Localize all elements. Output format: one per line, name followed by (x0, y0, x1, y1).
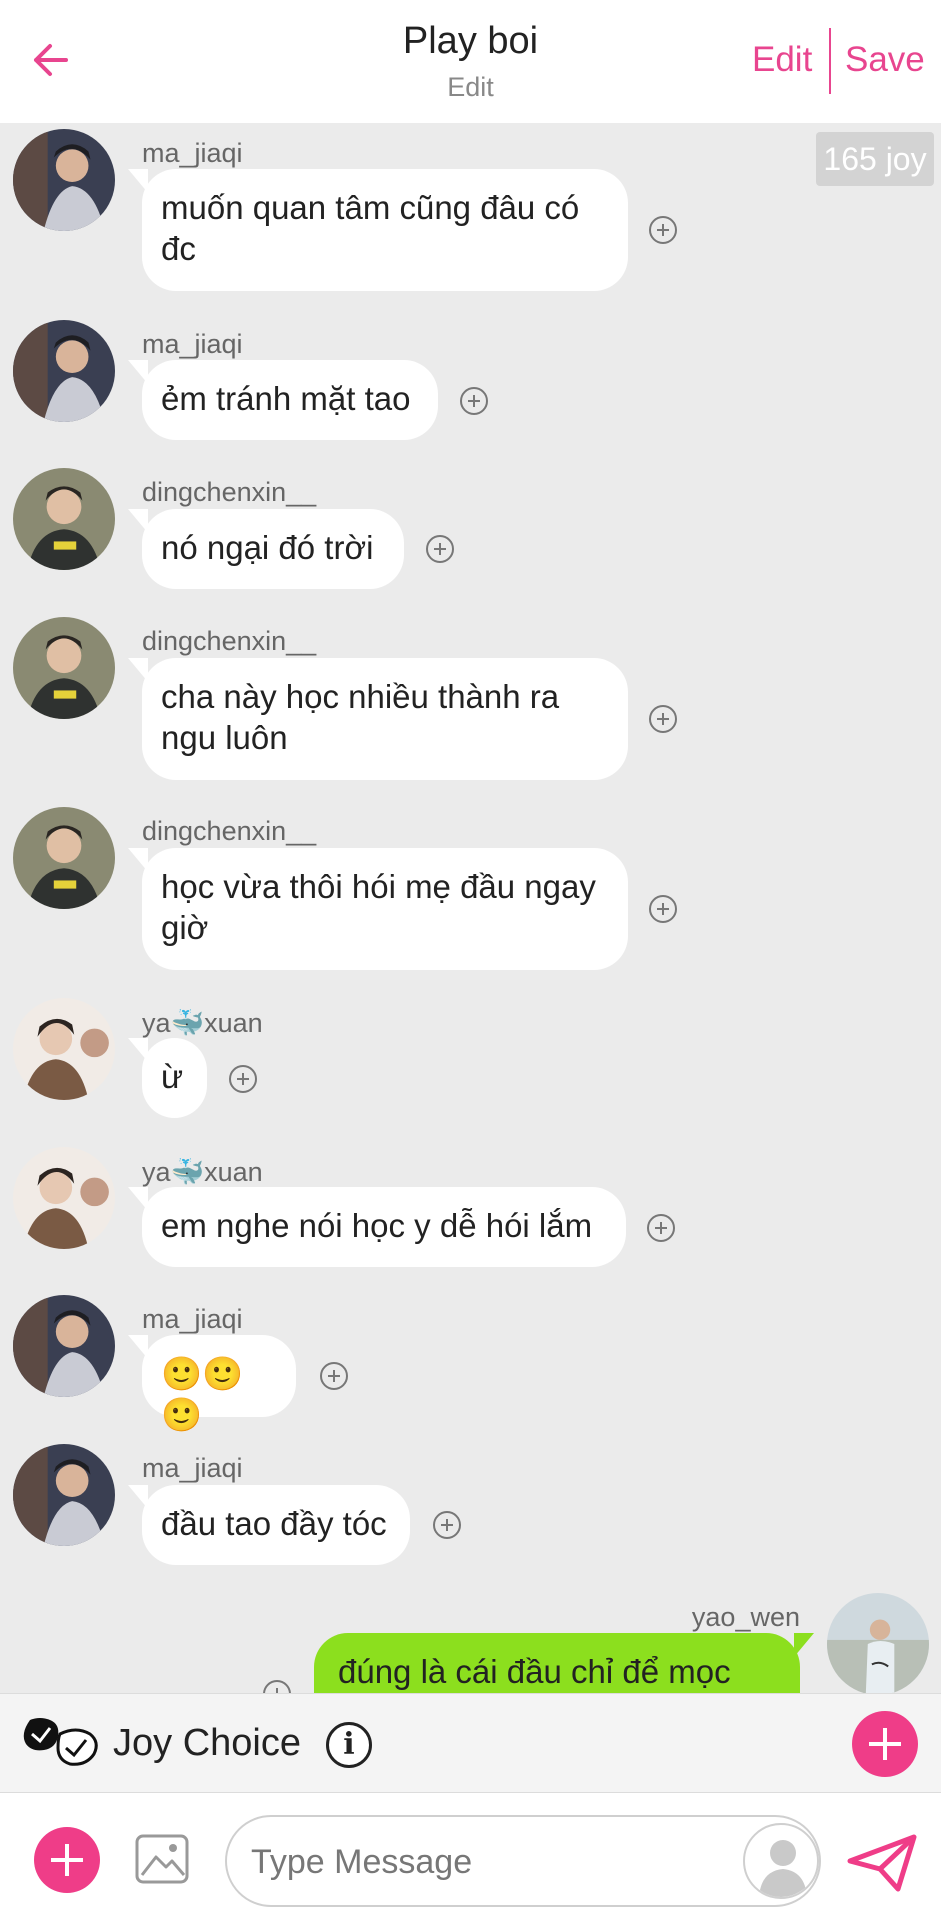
add-reaction-icon[interactable] (320, 1362, 348, 1390)
avatar[interactable] (13, 1444, 115, 1546)
avatar[interactable] (13, 468, 115, 570)
chat-message-list[interactable]: 165 joy ma_jiaqi muốn quan tâm cũng đâu … (0, 123, 941, 1693)
message-bubble[interactable]: ẻm tránh mặt tao (128, 360, 438, 440)
joy-choice-label[interactable]: Joy Choice (113, 1722, 301, 1765)
double-check-icon (23, 1718, 98, 1766)
message-bubble[interactable]: ừ (128, 1038, 207, 1118)
send-icon[interactable] (846, 1833, 918, 1893)
avatar[interactable] (13, 1295, 115, 1397)
message-username: yao_wen (691, 1602, 800, 1632)
message-bubble[interactable]: nó ngại đó trời (128, 509, 404, 589)
add-reaction-icon[interactable] (649, 895, 677, 923)
message-username: dingchenxin__ (142, 626, 317, 656)
joy-count-badge: 165 joy (816, 132, 934, 186)
avatar[interactable] (13, 807, 115, 909)
message-username: ma_jiaqi (142, 329, 243, 359)
message-username: ma_jiaqi (142, 1453, 243, 1483)
add-reaction-icon[interactable] (649, 216, 677, 244)
add-reaction-icon[interactable] (263, 1680, 291, 1693)
message-username: dingchenxin__ (142, 816, 317, 846)
add-reaction-icon[interactable] (433, 1511, 461, 1539)
message-username: ma_jiaqi (142, 1304, 243, 1334)
outgoing-message-bubble[interactable]: đúng là cái đầu chỉ để mọc (314, 1633, 814, 1693)
message-field (225, 1815, 821, 1907)
edit-button[interactable]: Edit (752, 40, 812, 80)
add-joy-choice-button[interactable] (852, 1711, 918, 1777)
add-attachment-button[interactable] (34, 1827, 100, 1893)
save-button[interactable]: Save (845, 40, 925, 80)
message-bubble[interactable]: 🙂🙂🙂 (128, 1335, 296, 1433)
header-divider (829, 28, 831, 94)
message-bubble[interactable]: đầu tao đầy tóc (128, 1485, 410, 1565)
message-bubble[interactable]: em nghe nói học y dễ hói lắm (128, 1187, 626, 1267)
message-bubble[interactable]: cha này học nhiều thành ra ngu luôn (128, 658, 628, 780)
add-reaction-icon[interactable] (229, 1065, 257, 1093)
joy-choice-bar: Joy Choice i (0, 1693, 941, 1793)
character-avatar-icon[interactable] (743, 1823, 819, 1899)
avatar[interactable] (13, 1147, 115, 1249)
avatar[interactable] (13, 617, 115, 719)
message-username: ya🐳xuan (142, 1157, 263, 1187)
add-reaction-icon[interactable] (426, 535, 454, 563)
message-username: dingchenxin__ (142, 477, 317, 507)
message-bubble[interactable]: muốn quan tâm cũng đâu có đc (128, 169, 628, 291)
add-reaction-icon[interactable] (460, 387, 488, 415)
message-username: ma_jiaqi (142, 138, 243, 168)
message-username: ya🐳xuan (142, 1008, 263, 1038)
avatar[interactable] (13, 129, 115, 231)
image-icon[interactable] (134, 1833, 190, 1885)
info-icon[interactable]: i (326, 1722, 372, 1768)
avatar[interactable] (827, 1593, 929, 1693)
add-reaction-icon[interactable] (649, 705, 677, 733)
avatar[interactable] (13, 320, 115, 422)
add-reaction-icon[interactable] (647, 1214, 675, 1242)
message-input[interactable] (249, 1837, 733, 1887)
message-input-bar (0, 1793, 941, 1920)
message-bubble[interactable]: học vừa thôi hói mẹ đầu ngay giờ (128, 848, 628, 970)
app-header: Play boi Edit Edit Save (0, 0, 941, 123)
avatar[interactable] (13, 998, 115, 1100)
